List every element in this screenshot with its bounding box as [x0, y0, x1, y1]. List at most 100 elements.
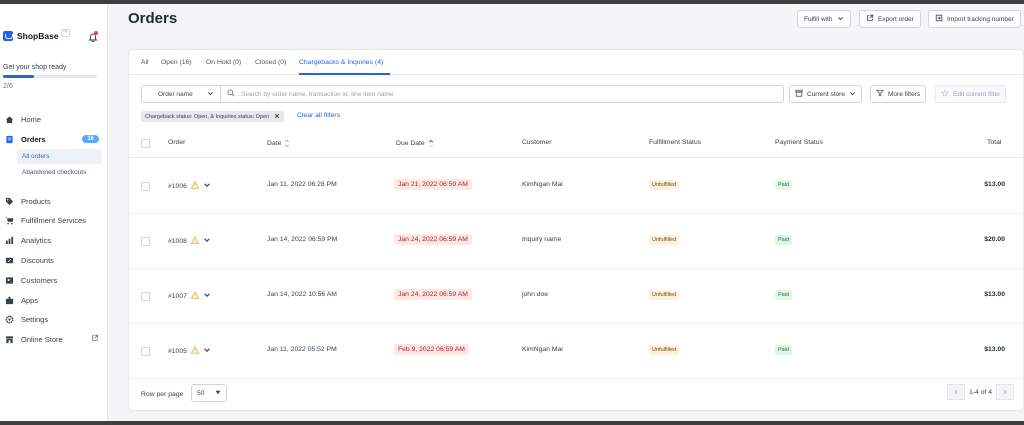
search-by-select[interactable]: Order name [141, 85, 221, 103]
tab-all[interactable]: All [141, 59, 149, 66]
import-icon [935, 14, 943, 24]
store-icon [795, 89, 803, 99]
payment-status-badge: Paid [775, 180, 793, 190]
fulfillment-status-badge: Unfulfilled [649, 180, 680, 190]
column-order: Order [168, 139, 185, 146]
row-checkbox[interactable] [141, 292, 150, 301]
import-tracking-button[interactable]: Import tracking number [928, 10, 1021, 28]
table-row[interactable]: #1008 Jan 14, 2022 06:59 PM Jan 24, 2022 0… [129, 214, 1024, 269]
sidebar-item-settings[interactable]: Settings [0, 311, 108, 327]
order-total: $13.00 [984, 346, 1005, 353]
order-number[interactable]: #1005 [168, 348, 187, 355]
sidebar-item-orders[interactable]: Orders 16 [0, 131, 108, 147]
sidebar-item-label: Apps [21, 295, 39, 305]
close-icon[interactable] [274, 113, 280, 121]
row-checkbox[interactable] [141, 182, 150, 191]
sidebar-item-apps[interactable]: Apps [0, 292, 108, 308]
filter-icon [876, 89, 884, 99]
customer-name: john doe [522, 291, 549, 298]
table-row[interactable]: #1005 Jan 11, 2022 05:52 PM Feb 9, 2022 06… [129, 324, 1024, 379]
setup-progress-bar [3, 75, 97, 78]
column-due-date[interactable]: Due Date [396, 139, 434, 148]
order-date: Jan 11, 2022 05:52 PM [267, 346, 337, 353]
active-filter-chip: Chargeback status: Open, & Inquiries sta… [141, 111, 285, 122]
column-customer: Customer [522, 139, 551, 146]
sidebar-subitem-abandoned-checkouts[interactable]: Abandoned checkouts [17, 165, 102, 180]
sidebar-item-online-store[interactable]: Online Store [0, 331, 108, 347]
order-date: Jan 14, 2022 10:56 AM [267, 291, 337, 298]
import-tracking-label: Import tracking number [947, 15, 1014, 23]
discount-icon [4, 255, 14, 265]
export-order-label: Export order [878, 15, 914, 23]
column-date[interactable]: Date [267, 139, 290, 148]
order-cell[interactable]: #1005 [168, 345, 211, 356]
home-icon [4, 114, 14, 124]
customer-name: Inquiry name [522, 236, 562, 243]
order-date: Jan 11, 2022 06:28 PM [267, 181, 337, 188]
cart-icon [4, 215, 14, 225]
order-number[interactable]: #1006 [168, 183, 187, 190]
column-fulfillment-label: Fulfillment Status [649, 139, 702, 146]
current-store-button[interactable]: Current store [789, 85, 862, 103]
select-all-checkbox[interactable] [141, 139, 150, 148]
due-date-badge: Feb 9, 2022 06:59 AM [394, 344, 469, 355]
orders-icon [4, 134, 14, 144]
chevron-down-icon[interactable] [203, 181, 211, 191]
chevron-down-icon[interactable] [203, 236, 211, 246]
tab-on-hold[interactable]: On Hold (0) [206, 59, 241, 66]
current-store-label: Current store [807, 90, 845, 98]
fulfill-with-button[interactable]: Fulfill with [797, 10, 851, 28]
order-date: Jan 14, 2022 06:59 PM [267, 236, 338, 243]
rows-per-page-select[interactable]: 50 [191, 384, 227, 402]
prev-page-button[interactable] [947, 384, 965, 400]
table-row[interactable]: #1006 Jan 11, 2022 06:28 PM Jan 21, 2022 0… [129, 159, 1024, 214]
clear-all-filters-link[interactable]: Clear all filters [297, 112, 340, 119]
sidebar-item-products[interactable]: Products [0, 193, 108, 209]
column-customer-label: Customer [522, 139, 552, 146]
star-icon [941, 88, 949, 99]
chevron-down-icon[interactable] [203, 346, 211, 356]
search-icon [227, 89, 235, 99]
column-payment-label: Payment Status [775, 139, 823, 146]
chevron-down-icon [837, 15, 844, 24]
row-checkbox[interactable] [141, 347, 150, 356]
sidebar-item-discounts[interactable]: Discounts [0, 252, 108, 268]
column-fulfillment-status: Fulfillment Status [649, 139, 701, 146]
next-page-button[interactable] [996, 384, 1015, 400]
more-filters-button[interactable]: More filters [870, 85, 927, 103]
column-date-label: Date [267, 140, 282, 147]
table-row[interactable]: #1007 Jan 14, 2022 10:56 AM Jan 24, 2022 0… [129, 269, 1024, 324]
puzzle-icon [4, 295, 14, 305]
export-order-button[interactable]: Export order [859, 10, 921, 28]
edit-current-filter-button[interactable]: Edit current filter [935, 85, 1007, 103]
chevron-left-icon [954, 389, 958, 395]
more-filters-label: More filters [888, 90, 921, 98]
setup-title[interactable]: Get your shop ready [3, 64, 66, 71]
brand-badge: ™ [60, 29, 70, 37]
table-header: Order Date Due Date Customer Fulfillment… [129, 130, 1024, 158]
sidebar-item-fulfillment-services[interactable]: Fulfillment Services [0, 212, 108, 228]
search-input[interactable]: Search by order name, transaction id, li… [220, 85, 784, 103]
sidebar-item-home[interactable]: Home [0, 111, 108, 127]
order-cell[interactable]: #1006 [168, 180, 211, 191]
due-date-badge: Jan 21, 2022 06:59 AM [394, 179, 472, 190]
row-checkbox[interactable] [141, 237, 150, 246]
sidebar-subitem-all-orders[interactable]: All orders [17, 149, 102, 164]
tab-open[interactable]: Open (16) [161, 59, 192, 66]
tab-chargebacks-inquiries[interactable]: Chargebacks & Inquiries (4) [299, 59, 383, 66]
sort-icon [285, 139, 290, 148]
order-cell[interactable]: #1008 [168, 235, 211, 246]
store-icon [4, 334, 14, 344]
search-placeholder: Search by order name, transaction id, li… [241, 90, 394, 98]
external-link-icon[interactable] [91, 334, 99, 344]
order-cell[interactable]: #1007 [168, 290, 211, 301]
sidebar-item-customers[interactable]: Customers [0, 272, 108, 288]
brand[interactable]: ShopBase ™ [3, 29, 70, 41]
tab-closed[interactable]: Closed (0) [255, 59, 286, 66]
chevron-down-icon[interactable] [203, 291, 211, 301]
due-date-badge: Jan 24, 2022 06:59 AM [394, 234, 472, 245]
order-number[interactable]: #1007 [168, 293, 187, 300]
sort-up-icon [428, 139, 433, 148]
sidebar-item-analytics[interactable]: Analytics [0, 232, 108, 248]
order-number[interactable]: #1008 [168, 238, 187, 245]
